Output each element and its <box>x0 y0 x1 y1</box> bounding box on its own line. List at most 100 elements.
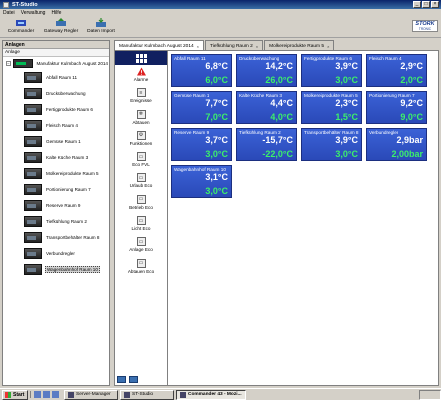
tab[interactable]: Tiefkühlung Raum 2 × <box>205 40 264 50</box>
minimize-button[interactable]: _ <box>413 1 421 8</box>
room-tile[interactable]: Tiefkühlung Raum 2 -15,7°C -22,0°C <box>236 128 297 161</box>
controller-icon <box>24 151 42 163</box>
tree-item[interactable]: Verbundregler <box>3 245 109 261</box>
room-tile[interactable]: Portionierung Raum 7 9,2°C 9,0°C <box>366 91 427 124</box>
menu-hilfe[interactable]: Hilfe <box>51 10 61 16</box>
grid-view-icon <box>135 53 147 63</box>
system-tray <box>419 389 441 400</box>
maximize-button[interactable]: □ <box>422 1 430 8</box>
function-button[interactable]: ❄ Abtauen <box>115 108 167 129</box>
room-tile[interactable]: Molkereiprodukte Raum 5 2,3°C 1,5°C <box>301 91 362 124</box>
room-tile[interactable]: Fertigprodukte Raum 6 3,9°C 3,0°C <box>301 54 362 87</box>
menu-datei[interactable]: Datei <box>3 10 15 16</box>
room-tile[interactable]: Reserve Raum 9 3,7°C 3,0°C <box>171 128 232 161</box>
function-button[interactable]: ▭ Urlaub Eco <box>115 171 167 192</box>
tree-item[interactable]: Fleisch Raum 4 <box>3 117 109 133</box>
function-button[interactable]: ▭ Betrieb Eco <box>115 193 167 214</box>
actual-value: -15,7°C <box>262 135 293 145</box>
tab[interactable]: Molkereiprodukte Raum 5 × <box>264 40 335 50</box>
actual-value: 6,8°C <box>205 61 228 71</box>
taskbar-button[interactable]: ST-Studio <box>120 389 174 400</box>
room-tile[interactable]: Gemüse Raum 1 7,7°C 7,0°C <box>171 91 232 124</box>
function-label: Anlage Eco <box>129 247 153 253</box>
function-icon: ▭ <box>136 258 146 268</box>
tree-item[interactable]: Transportbehälter Raum 8 <box>3 229 109 245</box>
room-tile[interactable]: Abfall Raum 11 6,8°C 6,0°C <box>171 54 232 87</box>
function-button[interactable]: Alarme <box>115 65 167 86</box>
tab-bar: Manufaktur Kulmbach August 2014 × Tiefkühl… <box>114 40 439 50</box>
actual-value: 2,3°C <box>335 98 358 108</box>
tree-item[interactable]: Drucküberwachung <box>3 85 109 101</box>
setpoint-value: 7,0°C <box>205 112 228 122</box>
tree-item[interactable]: Wagenbahnhof Raum 10 <box>3 261 109 277</box>
tree-item-label: Fleisch Raum 4 <box>46 122 78 128</box>
gateway-button[interactable]: Gateway Regler <box>44 17 78 34</box>
tree-item[interactable]: Tiefkühlung Raum 2 <box>3 213 109 229</box>
menu-verwaltung[interactable]: Verwaltung <box>21 10 46 16</box>
tree-item[interactable]: Gemüse Raum 1 <box>3 133 109 149</box>
tree-item[interactable]: Reserve Raum 9 <box>3 197 109 213</box>
tree-item[interactable]: Molkereiprodukte Raum 5 <box>3 165 109 181</box>
function-label: Licht Eco <box>131 226 151 232</box>
close-button[interactable]: × <box>431 1 439 8</box>
actual-value: 2,9bar <box>396 135 423 145</box>
quick-launch <box>30 391 62 398</box>
tree-item[interactable]: Fertigprodukte Raum 6 <box>3 101 109 117</box>
tab-label: Molkereiprodukte Raum 5 <box>269 44 325 49</box>
controller-icon <box>24 183 42 195</box>
function-button[interactable]: ▭ Abtauen Eco <box>115 257 167 278</box>
app-icon <box>68 391 74 398</box>
function-button[interactable]: ▭ Anlage Eco <box>115 235 167 256</box>
room-tile[interactable]: Wagenbahnhof Raum 10 3,1°C 3,0°C <box>171 165 232 198</box>
room-tile[interactable]: Kalte Küche Raum 3 4,4°C 4,0°C <box>236 91 297 124</box>
room-tile[interactable]: Drucküberwachung 14,2°C 26,0°C <box>236 54 297 87</box>
room-tile[interactable]: Transportbehälter Raum 8 3,9°C 3,0°C <box>301 128 362 161</box>
tree-item[interactable]: Portionierung Raum 7 <box>3 181 109 197</box>
quick-launch-icon[interactable] <box>43 391 50 398</box>
taskbar-button[interactable]: Server-Manager <box>64 389 118 400</box>
tree-item[interactable]: Kalte Küche Raum 3 <box>3 149 109 165</box>
tile-name: Verbundregler <box>369 130 399 135</box>
close-tab-icon[interactable]: × <box>197 44 199 49</box>
function-icon: ▭ <box>136 194 146 204</box>
start-button[interactable]: Start <box>2 389 28 400</box>
tab[interactable]: Manufaktur Kulmbach August 2014 × <box>114 40 205 50</box>
actual-value: 7,7°C <box>205 98 228 108</box>
nav-right-icon[interactable] <box>129 376 138 383</box>
commander-button[interactable]: Commander <box>4 17 38 34</box>
tree-root[interactable]: − Manufaktur Kulmbach August 2014 <box>3 57 109 69</box>
controller-icon <box>24 119 42 131</box>
data-import-button[interactable]: Daten Import <box>84 17 118 34</box>
actual-value: 3,1°C <box>205 172 228 182</box>
window-controls: _ □ × <box>413 1 441 8</box>
room-tile[interactable]: Verbundregler 2,9bar 2,00bar <box>366 128 427 161</box>
function-icon: ▭ <box>136 237 146 247</box>
function-button[interactable]: ⚙ Funktionen <box>115 129 167 150</box>
function-button[interactable]: ≡ Ereignisse <box>115 86 167 107</box>
controller-icon <box>24 87 42 99</box>
collapse-icon[interactable]: − <box>6 60 11 66</box>
close-tab-icon[interactable]: × <box>256 44 258 49</box>
tree-item-label: Kalte Küche Raum 3 <box>46 154 89 160</box>
function-button[interactable]: ▭ Eco FVL <box>115 150 167 171</box>
tab-label: Tiefkühlung Raum 2 <box>210 44 253 49</box>
function-label: Betrieb Eco <box>129 204 153 210</box>
tree-item-label: Wagenbahnhof Raum 10 <box>45 265 100 273</box>
taskbar-button[interactable]: Commander 43 - Mozi... <box>176 389 246 400</box>
room-tile[interactable]: Fleisch Raum 4 2,9°C 2,0°C <box>366 54 427 87</box>
quick-launch-icon[interactable] <box>52 391 59 398</box>
nav-left-icon[interactable] <box>117 376 126 383</box>
function-label: Urlaub Eco <box>129 183 153 189</box>
tree-item-label: Transportbehälter Raum 8 <box>46 234 100 240</box>
tree-item[interactable]: Abfall Raum 11 <box>3 69 109 85</box>
overview-button[interactable] <box>115 51 167 65</box>
bottom-controls <box>117 376 138 383</box>
commander-label: Commander <box>7 29 35 34</box>
function-button[interactable]: ▭ Licht Eco <box>115 214 167 235</box>
setpoint-value: 9,0°C <box>400 112 423 122</box>
close-tab-icon[interactable]: × <box>327 44 329 49</box>
data-import-icon <box>96 18 106 27</box>
function-label: Abtauen <box>132 119 150 125</box>
actual-value: 14,2°C <box>265 61 293 71</box>
quick-launch-icon[interactable] <box>34 391 41 398</box>
